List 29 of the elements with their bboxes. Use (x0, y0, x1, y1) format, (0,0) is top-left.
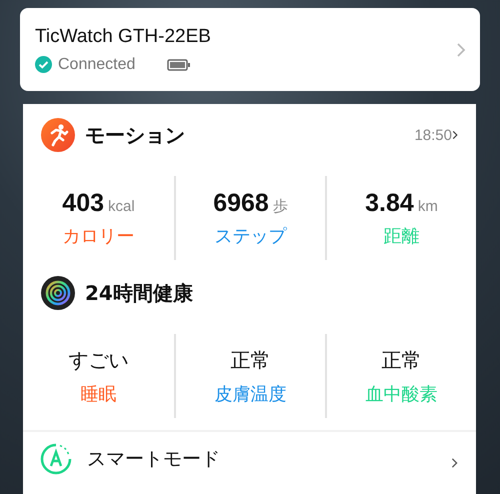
update-time: 18:50 (414, 126, 452, 144)
stat-value: 403 (62, 188, 104, 218)
stat-unit: km (418, 198, 438, 214)
stat-unit: 歩 (272, 196, 288, 216)
section-title: 24時間健康 (85, 280, 194, 306)
device-card[interactable]: TicWatch GTH-22EB Connected (20, 8, 480, 91)
stat-value: 6968 (213, 188, 269, 218)
stat-value: 3.84 (365, 188, 414, 218)
stat-label: 距離 (384, 224, 420, 248)
rings-icon (41, 276, 75, 310)
stat-label: カロリー (62, 224, 134, 248)
auto-mode-icon (39, 442, 73, 476)
stat-label: 皮膚温度 (214, 382, 286, 406)
chevron-right-icon (451, 457, 458, 469)
stat-label: 睡眠 (80, 382, 116, 406)
chevron-right-icon (456, 42, 466, 58)
section-title: スマートモード (87, 448, 221, 470)
stat-value: すごい (68, 346, 128, 374)
battery-icon (167, 58, 192, 70)
stat-value: 正常 (382, 346, 422, 374)
stat-label: 血中酸素 (366, 382, 438, 406)
stat-label: ステップ (214, 224, 286, 248)
running-person-icon (41, 118, 75, 152)
connection-status: Connected (58, 56, 136, 74)
stat-value: 正常 (230, 346, 270, 374)
section-title: モーション (85, 122, 186, 148)
chevron-right-icon (452, 129, 458, 141)
stat-unit: kcal (108, 198, 135, 214)
device-name: TicWatch GTH-22EB (35, 26, 212, 48)
